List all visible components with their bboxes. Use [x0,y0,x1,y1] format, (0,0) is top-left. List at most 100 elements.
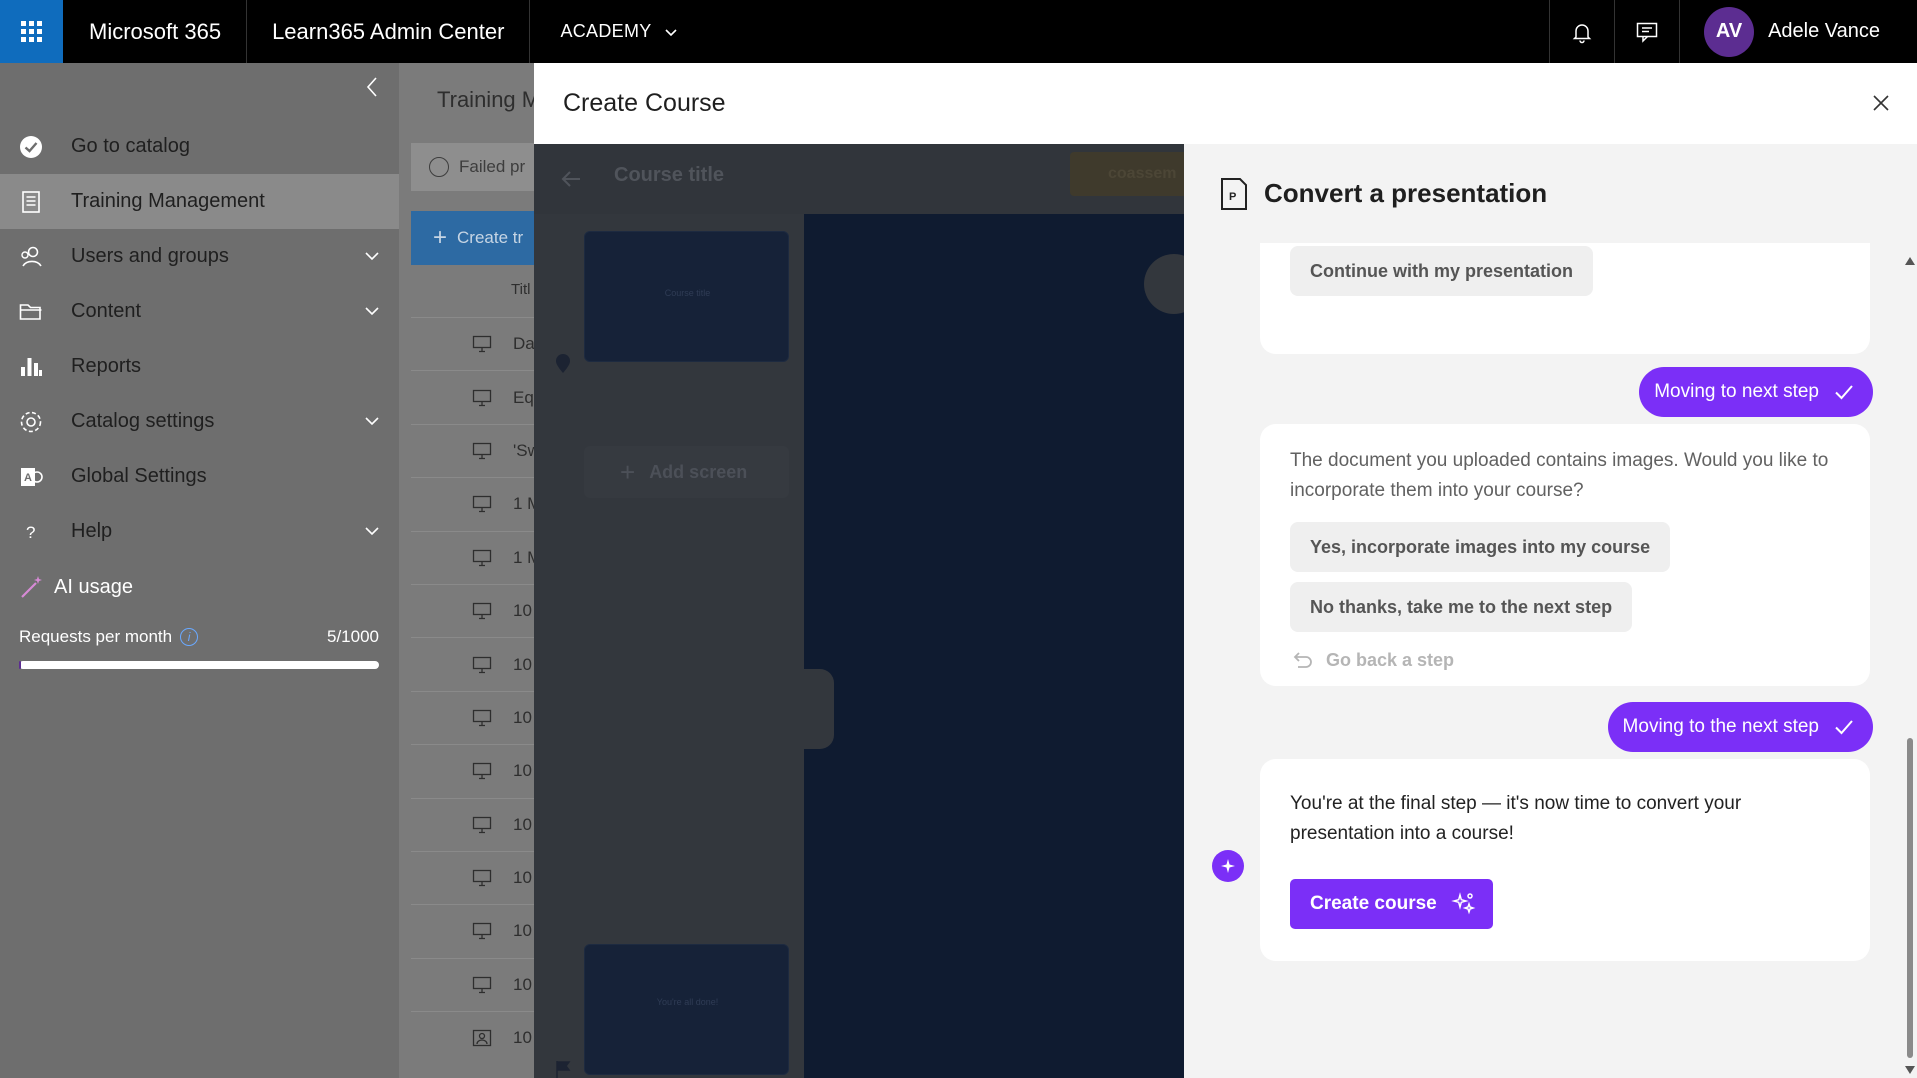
skip-images-button[interactable]: No thanks, take me to the next step [1290,582,1633,632]
sidebar-item-training-management[interactable]: Training Management [0,174,399,229]
table-row[interactable]: 10 [411,957,534,1011]
moving-to-next-step-message: Moving to next step [1639,367,1873,417]
app-name-link[interactable]: Learn365 Admin Center [247,0,531,63]
table-row[interactable]: 10 [411,797,534,851]
monitor-icon [472,336,492,353]
arrow-left-icon[interactable] [560,168,582,190]
editor-toolbar: Course title coassem [534,144,1184,214]
incorporate-images-button[interactable]: Yes, incorporate images into my course [1290,522,1671,572]
app-launcher-button[interactable] [0,0,63,63]
sidebar: Go to catalog Training Management Users … [0,63,399,1078]
course-title[interactable]: Course title [614,164,724,187]
monitor-icon [472,496,492,513]
screen-thumbnail-2[interactable]: You're all done! [584,944,789,1075]
chat-icon [1636,22,1658,43]
plus-icon: + [433,224,448,251]
table-row[interactable]: 10 [411,850,534,904]
table-row[interactable]: 1 M [411,477,534,530]
row-title: 'Sw [513,440,534,460]
notifications-button[interactable] [1549,0,1614,63]
add-screen-button[interactable]: + Add screen [584,446,789,498]
plus-icon: + [620,456,636,487]
row-title: 1 M [513,494,534,514]
sidebar-item-help[interactable]: ? Help [0,504,399,559]
create-course-dialog: Create Course Course title coassem Cours… [534,63,1917,1078]
checkmark-icon [1835,720,1853,735]
table-row[interactable]: 10 [411,690,534,744]
course-editor: Course title coassem Course title + Add … [534,144,1184,1078]
monitor-icon [472,442,492,460]
avatar: AV [1704,6,1755,57]
add-screen-label: Add screen [649,461,748,482]
row-title: 10 [513,974,532,994]
sidebar-item-users-and-groups[interactable]: Users and groups [0,229,399,284]
checkmark-icon [1835,385,1853,400]
sparkle-icon [1221,859,1235,873]
user-menu[interactable]: AV Adele Vance [1679,0,1917,63]
bar-chart-icon [21,357,42,376]
sidebar-item-content[interactable]: Content [0,284,399,339]
folder-icon [19,303,42,320]
table-row[interactable]: Da [411,317,534,370]
sidebar-item-label: Reports [71,355,142,377]
message-text: Moving to the next step [1622,716,1819,737]
column-header-title: Titl [511,281,531,298]
brand-link[interactable]: Microsoft 365 [63,0,248,63]
screen-canvas[interactable] [804,214,1184,1078]
gear-icon [20,411,42,432]
row-title: 1 M [513,547,534,567]
continue-presentation-button[interactable]: Continue with my presentation [1290,246,1594,296]
collapse-panel-handle[interactable] [804,669,834,749]
go-back-step-button[interactable]: Go back a step [1292,649,1454,671]
table-row[interactable]: Eq [411,370,534,423]
collapse-sidebar-icon[interactable] [361,75,385,99]
table-row[interactable]: 1 M [411,530,534,584]
create-course-button[interactable]: Create course [1290,879,1493,929]
screen-thumbnail-1[interactable]: Course title [584,231,789,362]
monitor-icon [472,549,492,566]
sidebar-item-label: Content [71,300,142,322]
table-row[interactable]: 10 [411,637,534,690]
tenant-label: ACADEMY [560,21,652,41]
message-text: Moving to next step [1654,381,1819,402]
scrollbar-thumb[interactable] [1907,738,1913,1058]
undo-icon [1293,652,1312,668]
create-training-button[interactable]: + Create tr [411,211,534,265]
table-row[interactable]: 'Sw [411,423,534,477]
monitor-icon [472,656,492,673]
row-title: 10 [513,921,532,941]
monitor-icon [472,389,492,406]
sidebar-item-global-settings[interactable]: A Global Settings [0,449,399,504]
requests-per-month: Requests per month i 5/1000 [19,627,379,647]
search-text: Failed pr [459,157,526,176]
row-title: Da [513,334,534,354]
sidebar-item-label: Training Management [71,190,265,212]
requests-progress-fill [19,661,21,669]
panel-scrollbar[interactable] [1903,243,1917,1078]
requests-value: 5/1000 [327,627,379,646]
monitor-icon [472,709,492,727]
tenant-dropdown[interactable]: ACADEMY [530,21,677,42]
feedback-button[interactable] [1614,0,1679,63]
sidebar-item-go-to-catalog[interactable]: Go to catalog [0,119,399,174]
row-title: 10 [513,654,532,674]
chat-card-images-question: The document you uploaded contains image… [1260,424,1870,686]
close-icon[interactable] [1871,93,1891,113]
dialog-title: Create Course [563,89,726,117]
sparkles-icon [1450,892,1476,915]
info-icon[interactable]: i [180,628,199,646]
table-row[interactable]: 10 [411,744,534,797]
search-input[interactable]: Failed pr [411,143,534,191]
table-row[interactable]: 10 [411,583,534,637]
scroll-down-arrow[interactable] [1905,1066,1915,1074]
sidebar-item-catalog-settings[interactable]: Catalog settings [0,394,399,449]
scroll-up-arrow[interactable] [1905,257,1915,265]
row-title: 10 [513,1028,532,1048]
sidebar-item-reports[interactable]: Reports [0,339,399,394]
screens-panel: Course title + Add screen You're all don… [534,214,804,1078]
table-row[interactable]: 10 [411,904,534,957]
table-row[interactable]: 10 [411,1011,534,1064]
chevron-down-icon [664,28,677,36]
requests-label: Requests per month [19,627,173,646]
create-training-label: Create tr [457,228,524,247]
